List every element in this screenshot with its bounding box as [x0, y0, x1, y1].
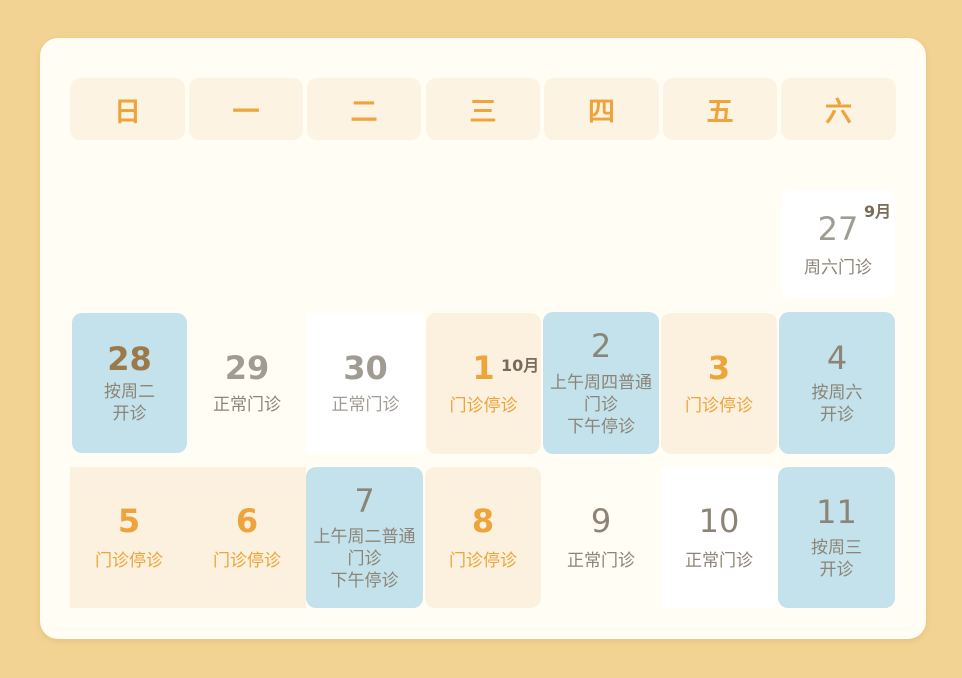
day-note-line3: 下午停诊 [330, 570, 399, 591]
day-note-line2: 开诊 [819, 559, 854, 580]
day-cell-5[interactable]: 5 门诊停诊 [70, 467, 188, 608]
day-note: 门诊停诊 [685, 395, 753, 416]
day-number: 27 [817, 209, 859, 248]
day-note: 门诊停诊 [213, 550, 281, 571]
day-note-line1: 上午周四普通 [550, 373, 652, 394]
weekday-fri: 五 [663, 78, 777, 140]
day-number: 10 [698, 502, 740, 541]
day-cell-10[interactable]: 10 正常门诊 [661, 467, 777, 608]
day-number: 11 [816, 493, 857, 532]
weekday-sat: 六 [781, 78, 896, 140]
weekday-sun: 日 [70, 78, 185, 140]
day-note: 正常门诊 [331, 395, 400, 416]
day-note: 门诊停诊 [449, 550, 517, 571]
day-cell-6[interactable]: 6 门诊停诊 [188, 467, 306, 608]
day-number: 30 [343, 348, 388, 387]
day-number: 8 [471, 502, 495, 541]
day-number: 9 [590, 502, 612, 541]
day-number: 5 [117, 502, 141, 541]
day-note: 门诊停诊 [95, 550, 163, 571]
day-note-line3: 下午停诊 [567, 417, 635, 438]
day-note-line2: 门诊 [347, 548, 382, 569]
day-number: 29 [224, 348, 270, 387]
weekday-tue: 二 [307, 78, 421, 140]
day-note-line1: 按周六 [811, 383, 863, 404]
weekday-wed: 三 [426, 78, 540, 140]
day-number: 28 [107, 339, 152, 378]
day-number: 3 [707, 349, 731, 388]
day-cell-29[interactable]: 29 正常门诊 [190, 313, 304, 453]
day-cell-3[interactable]: 3 门诊停诊 [661, 313, 777, 454]
day-note-line2: 开诊 [820, 405, 854, 426]
day-note: 周六门诊 [804, 258, 872, 279]
day-note: 门诊停诊 [449, 395, 518, 416]
day-cell-30[interactable]: 30 正常门诊 [307, 313, 424, 453]
day-note-line1: 按周二 [104, 382, 155, 403]
weekday-thu: 四 [544, 78, 659, 140]
day-note-line2: 开诊 [112, 404, 147, 425]
day-cell-11[interactable]: 11 按周三 开诊 [778, 467, 895, 608]
day-number: 4 [826, 338, 848, 377]
day-note-line2: 门诊 [584, 395, 618, 416]
day-cell-8[interactable]: 8 门诊停诊 [425, 467, 541, 608]
day-number: 1 [472, 349, 495, 388]
day-cell-oct-1[interactable]: 1 门诊停诊 [426, 313, 541, 454]
month-tag-oct: 10月 [501, 356, 540, 375]
day-number: 6 [235, 502, 259, 541]
day-cell-2[interactable]: 2 上午周四普通 门诊 下午停诊 [543, 312, 659, 454]
day-note: 正常门诊 [213, 395, 281, 416]
day-note: 正常门诊 [567, 550, 635, 571]
day-cell-28[interactable]: 28 按周二 开诊 [72, 313, 187, 453]
day-note-line1: 上午周二普通 [313, 526, 416, 547]
day-number: 7 [354, 482, 375, 521]
day-number: 2 [590, 326, 612, 365]
day-note-line1: 按周三 [811, 537, 862, 558]
day-cell-9[interactable]: 9 正常门诊 [543, 467, 659, 608]
month-tag-sep: 9月 [864, 202, 892, 221]
weekday-mon: 一 [189, 78, 303, 140]
day-note: 正常门诊 [685, 550, 753, 571]
day-cell-4[interactable]: 4 按周六 开诊 [779, 312, 895, 454]
day-cell-7[interactable]: 7 上午周二普通 门诊 下午停诊 [306, 467, 423, 608]
